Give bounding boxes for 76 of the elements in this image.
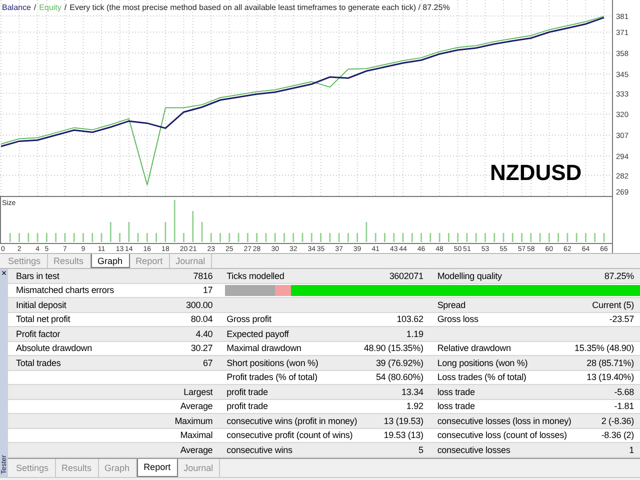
stat-label: Ticks modelled: [226, 270, 284, 281]
tab[interactable]: Graph: [90, 254, 130, 268]
stat-label: Expected payoff: [226, 328, 289, 339]
stat-value: -8.36 (2): [601, 430, 634, 440]
stat-value: 19.53 (13): [384, 430, 424, 440]
stat-label: Gross loss: [437, 314, 478, 324]
stat-value: 1: [629, 444, 634, 455]
stat-value: 15.35% (48.90): [574, 343, 634, 354]
stat-label: Initial deposit: [16, 300, 66, 310]
stat-value: 54 (80.60%): [376, 372, 424, 382]
stat-value: Largest: [184, 386, 213, 397]
stat-value: Maximum: [174, 416, 213, 426]
stat-value: 103.62: [396, 314, 424, 324]
stat-label: Mismatched charts errors: [16, 285, 114, 296]
stat-label: consecutive losses: [437, 444, 510, 455]
stat-value: 4.40: [196, 328, 213, 339]
stat-label: Modelling quality: [437, 270, 502, 281]
stat-label: Relative drawdown: [437, 343, 511, 354]
stat-value: 39 (76.92%): [376, 358, 424, 368]
stat-value: 80.04: [190, 314, 213, 324]
stat-label: Bars in test: [16, 270, 60, 281]
stat-label: consecutive loss (count of losses): [437, 430, 567, 440]
stat-value: 7816: [193, 270, 213, 281]
stat-label: loss trade: [437, 386, 475, 397]
stat-value: 1.92: [406, 401, 424, 412]
stat-label: loss trade: [437, 401, 475, 412]
tab[interactable]: Report: [136, 458, 178, 476]
stat-value: 48.90 (15.35%): [364, 343, 424, 354]
stat-label: profit trade: [226, 401, 268, 412]
stat-value: 13 (19.40%): [586, 372, 634, 382]
symbol-label: NZDUSD: [490, 160, 582, 186]
stat-value: -1.81: [614, 401, 634, 412]
stat-label: Profit trades (% of total): [226, 372, 318, 382]
error-segment: [275, 284, 292, 296]
stat-value: Current (5): [592, 300, 634, 310]
stat-value: 67: [202, 358, 213, 368]
stat-label: Loss trades (% of total): [437, 372, 526, 382]
stat-value: 1.19: [406, 328, 424, 339]
tab[interactable]: Journal: [170, 254, 212, 268]
stat-label: Long positions (won %): [437, 358, 528, 368]
stat-label: Total trades: [16, 358, 61, 368]
stat-label: profit trade: [226, 386, 268, 397]
stat-value: 3602071: [389, 270, 424, 281]
tab[interactable]: Settings: [2, 254, 48, 268]
stat-value: Maximal: [180, 430, 213, 440]
stat-label: consecutive wins: [226, 444, 292, 455]
stat-label: Absolute drawdown: [16, 343, 92, 354]
stat-value: 17: [202, 285, 213, 296]
tab[interactable]: Report: [130, 254, 170, 268]
close-button[interactable]: ×: [1, 269, 7, 278]
stat-label: Spread: [437, 300, 466, 310]
stat-value: -23.57: [609, 314, 634, 324]
stat-value: Average: [180, 444, 213, 455]
stat-value: 28 (85.71%): [586, 358, 634, 368]
stat-value: 5: [418, 444, 424, 455]
legend-separator: /: [64, 3, 67, 12]
stat-value: 2 (-8.36): [601, 416, 634, 426]
stat-value: Average: [180, 401, 213, 412]
stat-value: 13 (19.53): [384, 416, 424, 426]
legend-label: Equity: [39, 3, 62, 12]
stat-label: Maximal drawdown: [226, 343, 302, 354]
stat-label: Total net profit: [16, 314, 70, 324]
stat-label: Short positions (won %): [226, 358, 318, 368]
legend-label: Balance: [2, 3, 31, 12]
stat-label: Profit factor: [16, 328, 60, 339]
stat-value: 300.00: [186, 300, 213, 310]
legend-separator: /: [34, 3, 36, 12]
stat-value: 30.27: [190, 343, 213, 354]
stat-value: 87.25%: [604, 270, 634, 281]
chart-title: Every tick (the most precise method based on all available least timeframes to generate each tick) / 87.25%: [70, 3, 450, 12]
stat-label: Gross profit: [226, 314, 272, 324]
stat-value: 13.34: [402, 386, 424, 397]
stat-label: consecutive profit (count of wins): [226, 430, 353, 440]
stat-label: consecutive losses (loss in money): [437, 416, 572, 426]
stat-label: consecutive wins (profit in money): [226, 416, 358, 426]
stat-value: -5.68: [614, 386, 634, 397]
